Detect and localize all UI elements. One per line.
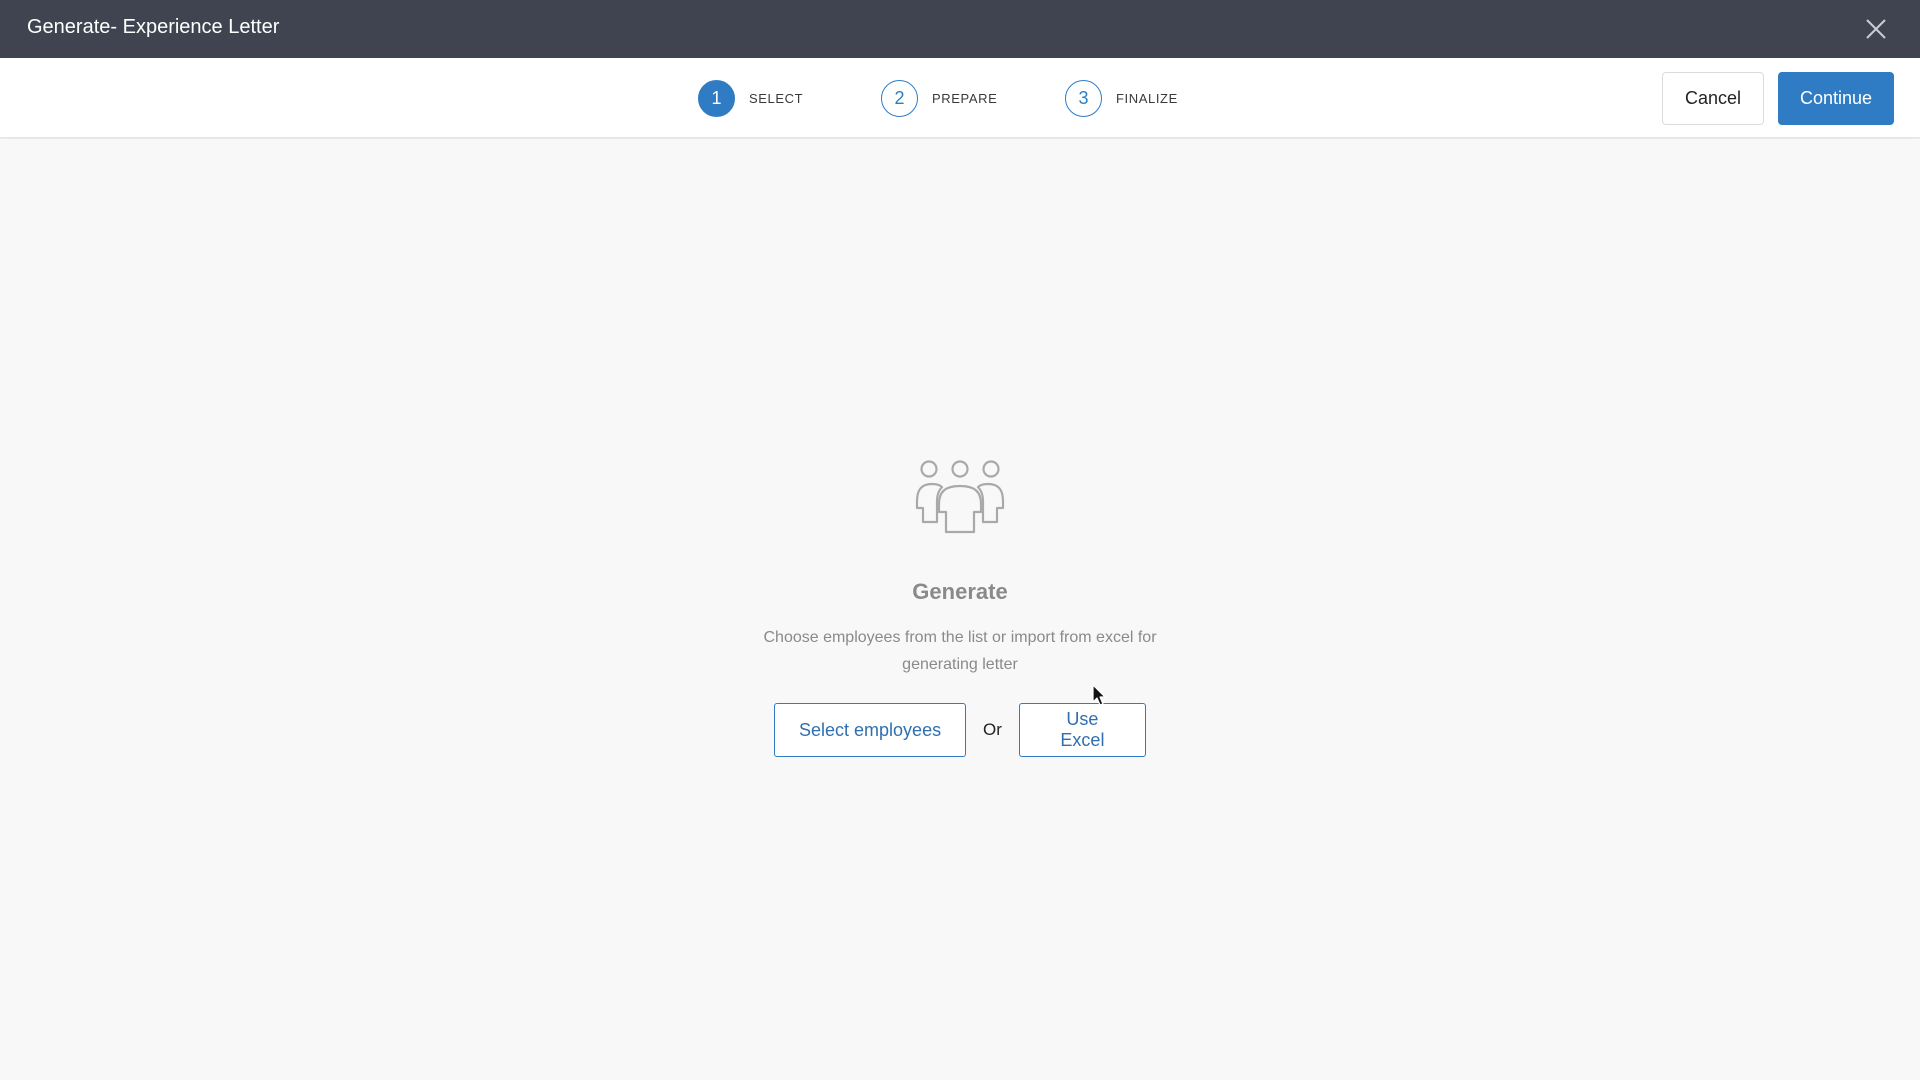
step-label: SELECT [749, 90, 804, 106]
empty-state-description: Choose employees from the list or import… [763, 629, 1157, 673]
step-number-circle: 1 [698, 79, 735, 117]
close-button[interactable] [1860, 13, 1892, 45]
use-excel-button[interactable]: Use Excel [1018, 703, 1146, 757]
main-content: Generate Choose employees from the list … [0, 139, 1920, 1080]
step-label: FINALIZE [1116, 90, 1178, 106]
step-select[interactable]: 1 SELECT [698, 79, 803, 117]
step-bar: 1 SELECT 2 PREPARE 3 FINALIZE Cancel Con… [0, 58, 1920, 138]
select-employees-button[interactable]: Select employees [774, 703, 967, 757]
window-title: Generate- Experience Letter [27, 16, 280, 38]
step-prepare[interactable]: 2 PREPARE [881, 79, 997, 117]
cancel-button[interactable]: Cancel [1662, 72, 1764, 125]
continue-button[interactable]: Continue [1778, 72, 1894, 125]
mouse-cursor-icon [1092, 684, 1106, 706]
title-bar: Generate- Experience Letter [0, 0, 1920, 58]
empty-state-actions: Select employees Or Use Excel [0, 703, 1920, 757]
step-number-circle: 2 [881, 79, 918, 117]
or-separator: Or [983, 720, 1002, 739]
close-icon [1866, 19, 1886, 39]
empty-state-title: Generate [912, 579, 1008, 604]
step-number-circle: 3 [1065, 79, 1102, 117]
people-group-icon [915, 460, 1005, 534]
step-label: PREPARE [932, 90, 998, 106]
step-finalize[interactable]: 3 FINALIZE [1065, 79, 1178, 117]
